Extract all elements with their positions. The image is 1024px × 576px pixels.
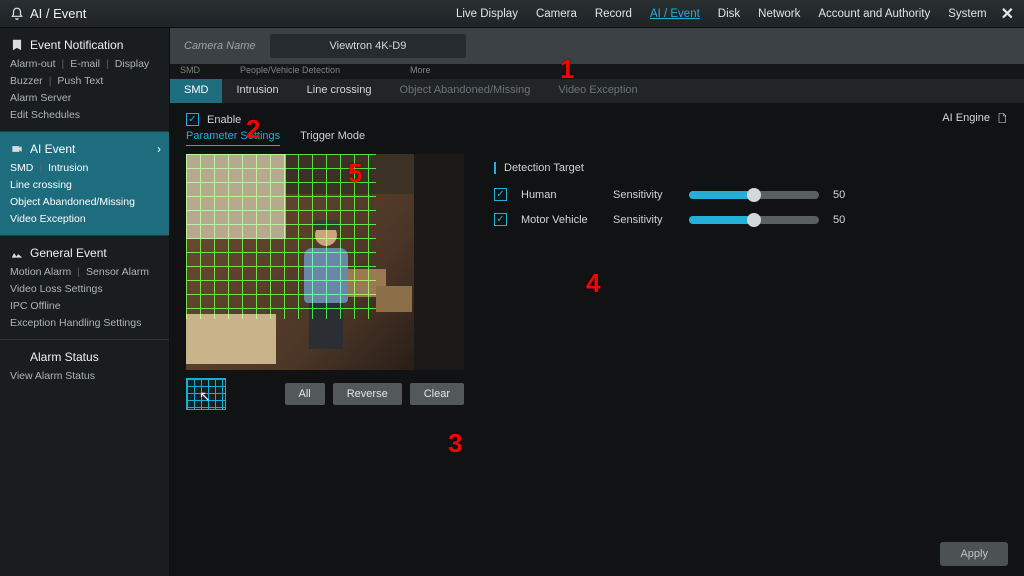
tab-group-more: More: [400, 64, 441, 79]
sidebar-item-video-loss-settings[interactable]: Video Loss Settings: [10, 283, 159, 295]
sensitivity-value: 50: [833, 214, 857, 226]
topmenu-record[interactable]: Record: [595, 8, 632, 20]
sidebar-item-alarm-out[interactable]: Alarm-out: [10, 58, 56, 70]
sidebar-item-object-abandoned-missing[interactable]: Object Abandoned/Missing: [10, 196, 159, 208]
sensitivity-label: Sensitivity: [613, 189, 675, 201]
detection-title: Detection Target: [494, 162, 1008, 174]
topmenu-disk[interactable]: Disk: [718, 8, 740, 20]
page-title: AI / Event: [10, 6, 86, 22]
detection-grid-overlay: [186, 154, 376, 319]
sidebar-section-general-event[interactable]: General EventMotion Alarm|Sensor AlarmVi…: [0, 235, 169, 339]
detection-settings: Detection Target HumanSensitivity50Motor…: [494, 154, 1008, 238]
sensitivity-slider[interactable]: [689, 191, 819, 199]
apply-button[interactable]: Apply: [940, 542, 1008, 566]
bell-icon: [10, 6, 24, 22]
tab-object-abandoned-missing[interactable]: Object Abandoned/Missing: [385, 79, 544, 103]
ai-engine-label: AI Engine: [942, 112, 990, 124]
preview-column: ↖ All Reverse Clear: [186, 154, 464, 410]
sidebar-item-smd[interactable]: SMD: [10, 162, 33, 174]
topmenu-camera[interactable]: Camera: [536, 8, 577, 20]
topmenu-live-display[interactable]: Live Display: [456, 8, 518, 20]
sidebar-section-title: General Event: [30, 246, 107, 260]
topmenu-system[interactable]: System: [948, 8, 986, 20]
sidebar-item-ipc-offline[interactable]: IPC Offline: [10, 300, 159, 312]
sidebar-item-video-exception[interactable]: Video Exception: [10, 213, 159, 225]
sidebar-item-line-crossing[interactable]: Line crossing: [10, 179, 159, 191]
enable-checkbox[interactable]: [186, 113, 199, 126]
tab-group-smd: SMD: [170, 64, 230, 79]
close-icon[interactable]: ✕: [1001, 4, 1014, 24]
sidebar-section-alarm-status[interactable]: Alarm Status View Alarm Status: [0, 339, 169, 392]
sidebar-section-title: AI Event: [30, 142, 75, 156]
sensitivity-label: Sensitivity: [613, 214, 675, 226]
sidebar-item-alarm-server[interactable]: Alarm Server: [10, 92, 159, 104]
detection-row-motor-vehicle: Motor Vehicle Sensitivity 50: [494, 213, 1008, 226]
sidebar: Event NotificationAlarm-out|E-mail|Displ…: [0, 28, 170, 576]
tab-video-exception[interactable]: Video Exception: [544, 79, 651, 103]
sidebar-item-e-mail[interactable]: E-mail: [70, 58, 100, 70]
sidebar-item-view-alarm-status[interactable]: View Alarm Status: [10, 370, 159, 382]
tab-smd[interactable]: SMD: [170, 79, 222, 103]
camera-name-value[interactable]: Viewtron 4K-D9: [270, 34, 467, 58]
tabs-row: SMDIntrusionLine crossingObject Abandone…: [170, 79, 1024, 103]
camera-name-label: Camera Name: [184, 40, 256, 52]
topmenu-network[interactable]: Network: [758, 8, 800, 20]
camera-bar: Camera Name Viewtron 4K-D9: [170, 28, 1024, 64]
top-menu: Live Display Camera Record AI / Event Disk Ne…: [456, 8, 987, 20]
sidebar-item-intrusion[interactable]: Intrusion: [48, 162, 88, 174]
document-icon: [996, 111, 1008, 125]
detection-checkbox[interactable]: [494, 188, 507, 201]
subtab-parameter-settings[interactable]: Parameter Settings: [186, 130, 280, 146]
detection-label: Human: [521, 189, 599, 201]
reverse-button[interactable]: Reverse: [333, 383, 402, 405]
ai-engine-link[interactable]: AI Engine: [942, 111, 1008, 125]
tab-intrusion[interactable]: Intrusion: [222, 79, 292, 103]
topmenu-ai-event[interactable]: AI / Event: [650, 8, 700, 20]
sensitivity-value: 50: [833, 189, 857, 201]
subtab-trigger-mode[interactable]: Trigger Mode: [300, 130, 365, 146]
param-tabs: Parameter Settings Trigger Mode: [186, 130, 1008, 146]
tab-group-pvd: People/Vehicle Detection: [230, 64, 400, 79]
sidebar-item-display[interactable]: Display: [115, 58, 149, 70]
camera-preview[interactable]: [186, 154, 464, 370]
sidebar-item-edit-schedules[interactable]: Edit Schedules: [10, 109, 159, 121]
topmenu-account-and-authority[interactable]: Account and Authority: [818, 8, 930, 20]
detection-checkbox[interactable]: [494, 213, 507, 226]
tab-group-row: SMD People/Vehicle Detection More: [170, 64, 1024, 79]
clear-button[interactable]: Clear: [410, 383, 464, 405]
sensitivity-slider[interactable]: [689, 216, 819, 224]
cursor-icon: ↖: [199, 389, 211, 403]
sidebar-section-event-notification[interactable]: Event NotificationAlarm-out|E-mail|Displ…: [0, 28, 169, 131]
top-bar: AI / Event Live Display Camera Record AI / …: [0, 0, 1024, 28]
detection-label: Motor Vehicle: [521, 214, 599, 226]
sidebar-item-exception-handling-settings[interactable]: Exception Handling Settings: [10, 317, 159, 329]
sidebar-item-push-text[interactable]: Push Text: [57, 75, 103, 87]
sidebar-section-ai-event[interactable]: AI Event›SMD|IntrusionLine crossingObjec…: [0, 131, 169, 235]
detection-row-human: Human Sensitivity 50: [494, 188, 1008, 201]
tab-line-crossing[interactable]: Line crossing: [293, 79, 386, 103]
sidebar-section-title: Event Notification: [30, 38, 123, 52]
chevron-right-icon: ›: [157, 142, 161, 156]
sidebar-section-title: Alarm Status: [30, 350, 99, 364]
sidebar-item-buzzer[interactable]: Buzzer: [10, 75, 43, 87]
all-button[interactable]: All: [285, 383, 325, 405]
content: Camera Name Viewtron 4K-D9 SMD People/Ve…: [170, 28, 1024, 576]
sidebar-item-sensor-alarm[interactable]: Sensor Alarm: [86, 266, 149, 278]
page-title-text: AI / Event: [30, 6, 86, 21]
enable-label: Enable: [207, 114, 241, 126]
draw-grid-tool[interactable]: ↖: [186, 378, 226, 410]
settings-panel: AI Engine Enable Parameter Settings Trigg…: [170, 103, 1024, 576]
sidebar-item-motion-alarm[interactable]: Motion Alarm: [10, 266, 71, 278]
